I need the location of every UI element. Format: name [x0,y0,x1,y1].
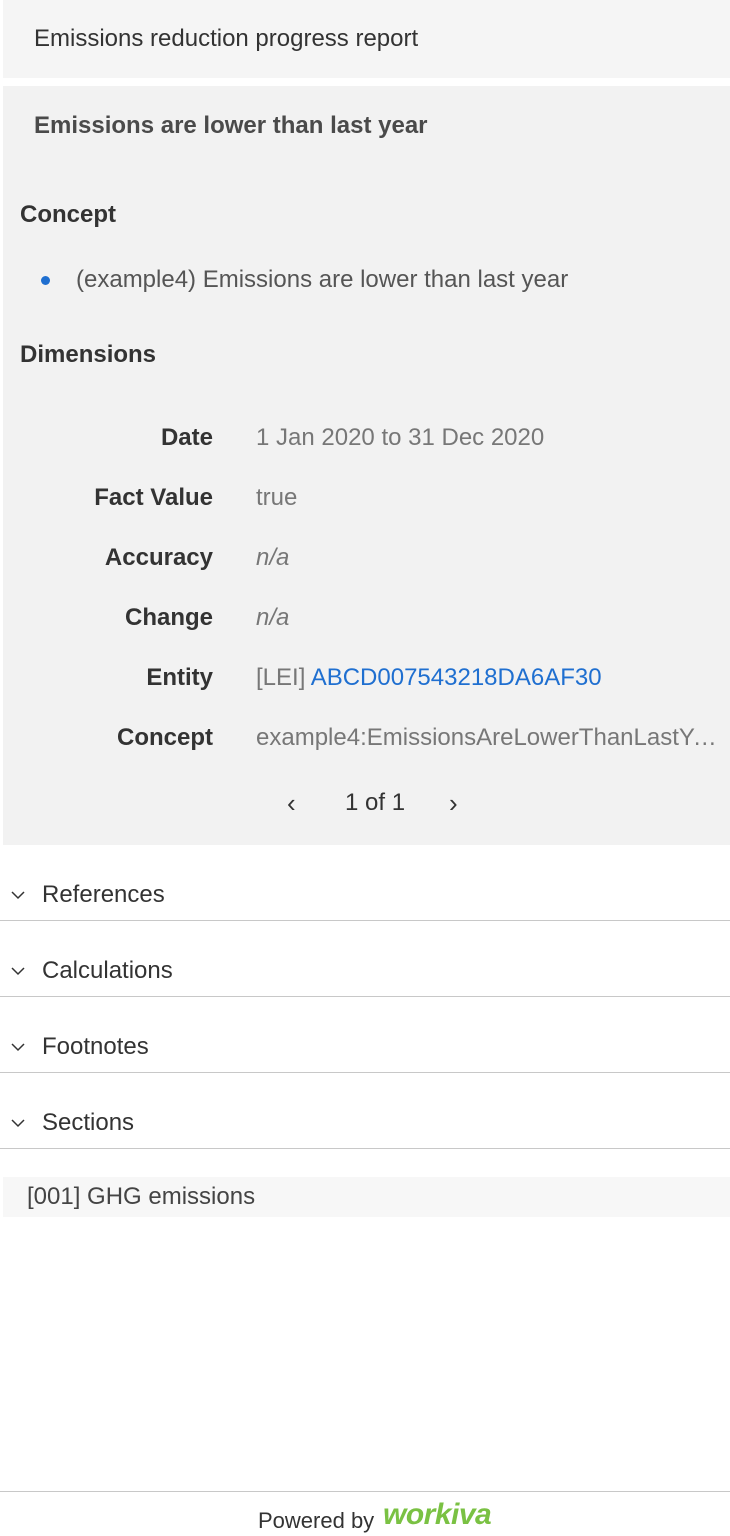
dimension-row-entity: Entity [LEI] ABCD007543218DA6AF30 [3,664,730,704]
report-title: Emissions reduction progress report [3,0,730,78]
previous-fact-button[interactable]: ‹ [287,786,296,820]
dimension-value: n/a [256,604,290,631]
concept-item-label: (example4) Emissions are lower than last… [76,266,569,293]
accordion-label: Footnotes [42,1033,149,1060]
dimension-label: Accuracy [104,544,213,571]
accordion-label: References [42,881,165,908]
chevron-down-icon [11,891,25,900]
concept-heading: Concept [20,201,116,228]
section-item[interactable]: [001] GHG emissions [3,1177,730,1217]
chevron-down-icon [11,967,25,976]
accordion-label: Calculations [42,957,173,984]
dimension-label: Change [124,604,213,631]
fact-inspector-panel: Emissions reduction progress report Emis… [0,0,730,1536]
dimension-row-fact-value: Fact Value true [3,484,730,524]
fact-title: Emissions are lower than last year [34,112,428,139]
pager-status: 1 of 1 [345,789,406,816]
workiva-logo[interactable]: workiva [383,1498,492,1532]
dimension-value: example4:EmissionsAreLowerThanLastYear [256,724,726,751]
accordion-label: Sections [42,1109,135,1136]
accordion-footnotes[interactable]: Footnotes [0,997,730,1073]
dimension-value: 1 Jan 2020 to 31 Dec 2020 [256,424,545,451]
fact-pager: ‹ 1 of 1 › [3,786,730,820]
entity-scheme: [LEI] [256,664,311,691]
dimension-value: true [256,484,298,511]
dimension-label: Concept [117,724,213,751]
chevron-down-icon [11,1119,25,1128]
entity-identifier-link[interactable]: ABCD007543218DA6AF30 [311,664,602,691]
bullet-icon [41,275,50,285]
dimensions-heading: Dimensions [20,341,157,368]
dimension-row-accuracy: Accuracy n/a [3,544,730,584]
dimension-label: Fact Value [94,484,213,511]
dimension-row-concept: Concept example4:EmissionsAreLowerThanLa… [3,724,730,764]
accordion-calculations[interactable]: Calculations [0,921,730,997]
dimension-value: n/a [256,544,290,571]
next-fact-button[interactable]: › [449,786,458,820]
dimension-label: Date [160,424,213,451]
dimension-value: [LEI] ABCD007543218DA6AF30 [256,664,602,692]
accordion-sections[interactable]: Sections [0,1073,730,1149]
dimension-row-change: Change n/a [3,604,730,644]
concept-list-item: (example4) Emissions are lower than last… [41,266,568,294]
powered-by-text: Powered by [258,1508,375,1533]
accordion-references[interactable]: References [0,845,730,921]
fact-card: Emissions are lower than last year Conce… [3,86,730,845]
dimension-label: Entity [146,664,213,691]
dimension-row-date: Date 1 Jan 2020 to 31 Dec 2020 [3,424,730,464]
chevron-down-icon [11,1043,25,1052]
footer: Powered by workiva [0,1491,730,1536]
